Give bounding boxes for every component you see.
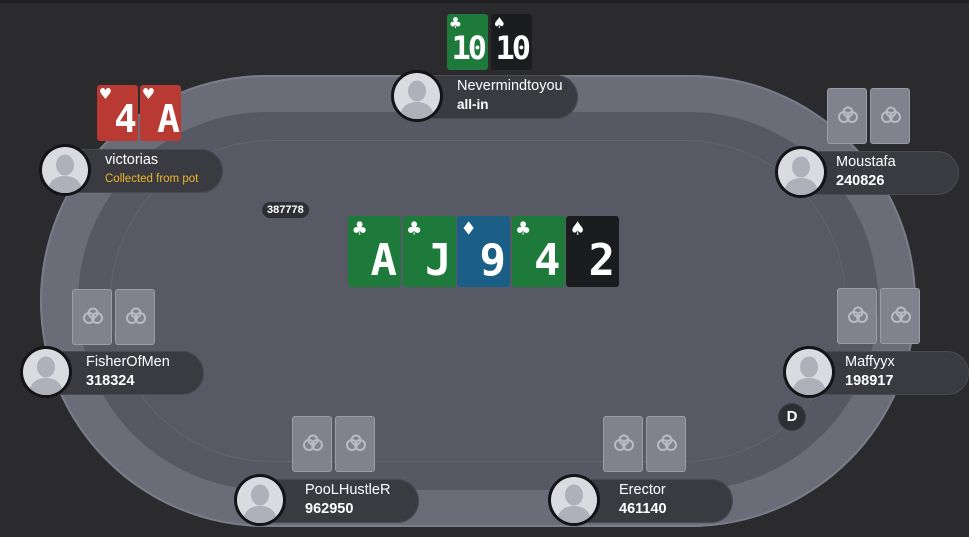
- hole-card: ♥ A: [140, 85, 181, 141]
- player-status: all-in: [457, 97, 489, 112]
- seat-fisherofmen[interactable]: FisherOfMen 318324: [20, 346, 210, 398]
- card-back: [646, 416, 686, 472]
- hole-card: ♣ 10: [447, 14, 488, 70]
- card-back: [115, 289, 155, 345]
- player-name: victorias: [105, 152, 159, 168]
- club-icon: ♣: [407, 217, 421, 242]
- hole-card: ♠ 10: [491, 14, 532, 70]
- seat-nevermindtoyou[interactable]: Nevermindtoyou all-in: [391, 70, 581, 122]
- card-back: [880, 288, 920, 344]
- card-back-logo-icon: [345, 434, 367, 459]
- card-back: [335, 416, 375, 472]
- card-back-logo-icon: [613, 434, 635, 459]
- player-name: FisherOfMen: [86, 354, 170, 370]
- seat-erector[interactable]: Erector 461140: [548, 474, 738, 526]
- seat-maffyyx[interactable]: Maffyyx 198917: [783, 346, 969, 398]
- pot-amount: 387778: [262, 202, 309, 218]
- player-chips: 318324: [86, 373, 135, 389]
- card-rank: A: [370, 235, 397, 286]
- player-chips: 240826: [836, 173, 885, 189]
- player-name: Moustafa: [836, 154, 896, 170]
- heart-icon: ♥: [143, 85, 154, 105]
- avatar-silhouette-icon: [783, 346, 835, 398]
- player-chips: 461140: [619, 501, 667, 517]
- board-card: ♠ 2: [566, 216, 619, 287]
- board-card: ♦ 9: [457, 216, 510, 287]
- card-rank: 2: [588, 235, 615, 286]
- seat-moustafa[interactable]: Moustafa 240826: [775, 146, 965, 198]
- card-rank: 9: [479, 235, 506, 286]
- player-name: Maffyyx: [845, 354, 895, 370]
- hole-card: ♥ 4: [97, 85, 138, 141]
- seat-victorias[interactable]: victorias Collected from pot: [39, 144, 229, 196]
- club-icon: ♣: [353, 217, 367, 242]
- card-back-logo-icon: [880, 106, 902, 131]
- top-bar: [0, 0, 969, 3]
- board-card: ♣ 4: [511, 216, 565, 287]
- heart-icon: ♥: [100, 85, 111, 105]
- player-chips: 962950: [305, 501, 354, 517]
- player-name: PooLHustleR: [305, 482, 391, 498]
- spade-icon: ♠: [571, 217, 585, 242]
- card-back-logo-icon: [890, 306, 912, 331]
- club-icon: ♣: [516, 217, 530, 242]
- dealer-button: D: [779, 404, 805, 430]
- card-back: [827, 88, 867, 144]
- avatar-silhouette-icon: [548, 474, 600, 526]
- card-back: [292, 416, 332, 472]
- card-back-logo-icon: [847, 306, 869, 331]
- player-chips: 198917: [845, 373, 894, 389]
- card-back: [603, 416, 643, 472]
- avatar-silhouette-icon: [39, 144, 91, 196]
- player-status: Collected from pot: [105, 173, 199, 185]
- avatar-silhouette-icon: [391, 70, 443, 122]
- player-name: Erector: [619, 482, 666, 498]
- board-card: ♣ J: [402, 216, 456, 287]
- card-back-logo-icon: [125, 307, 147, 332]
- avatar-silhouette-icon: [775, 146, 827, 198]
- card-back-logo-icon: [82, 307, 104, 332]
- card-back: [837, 288, 877, 344]
- card-back-logo-icon: [302, 434, 324, 459]
- card-back: [72, 289, 112, 345]
- avatar-silhouette-icon: [20, 346, 72, 398]
- avatar-silhouette-icon: [234, 474, 286, 526]
- player-name: Nevermindtoyou: [457, 78, 563, 94]
- card-back-logo-icon: [656, 434, 678, 459]
- card-rank: J: [425, 235, 451, 286]
- diamond-icon: ♦: [462, 217, 476, 242]
- seat-poolhustler[interactable]: PooLHustleR 962950: [234, 474, 424, 526]
- card-back-logo-icon: [837, 106, 859, 131]
- card-rank: 4: [534, 235, 560, 286]
- card-back: [870, 88, 910, 144]
- board-card: ♣ A: [348, 216, 401, 287]
